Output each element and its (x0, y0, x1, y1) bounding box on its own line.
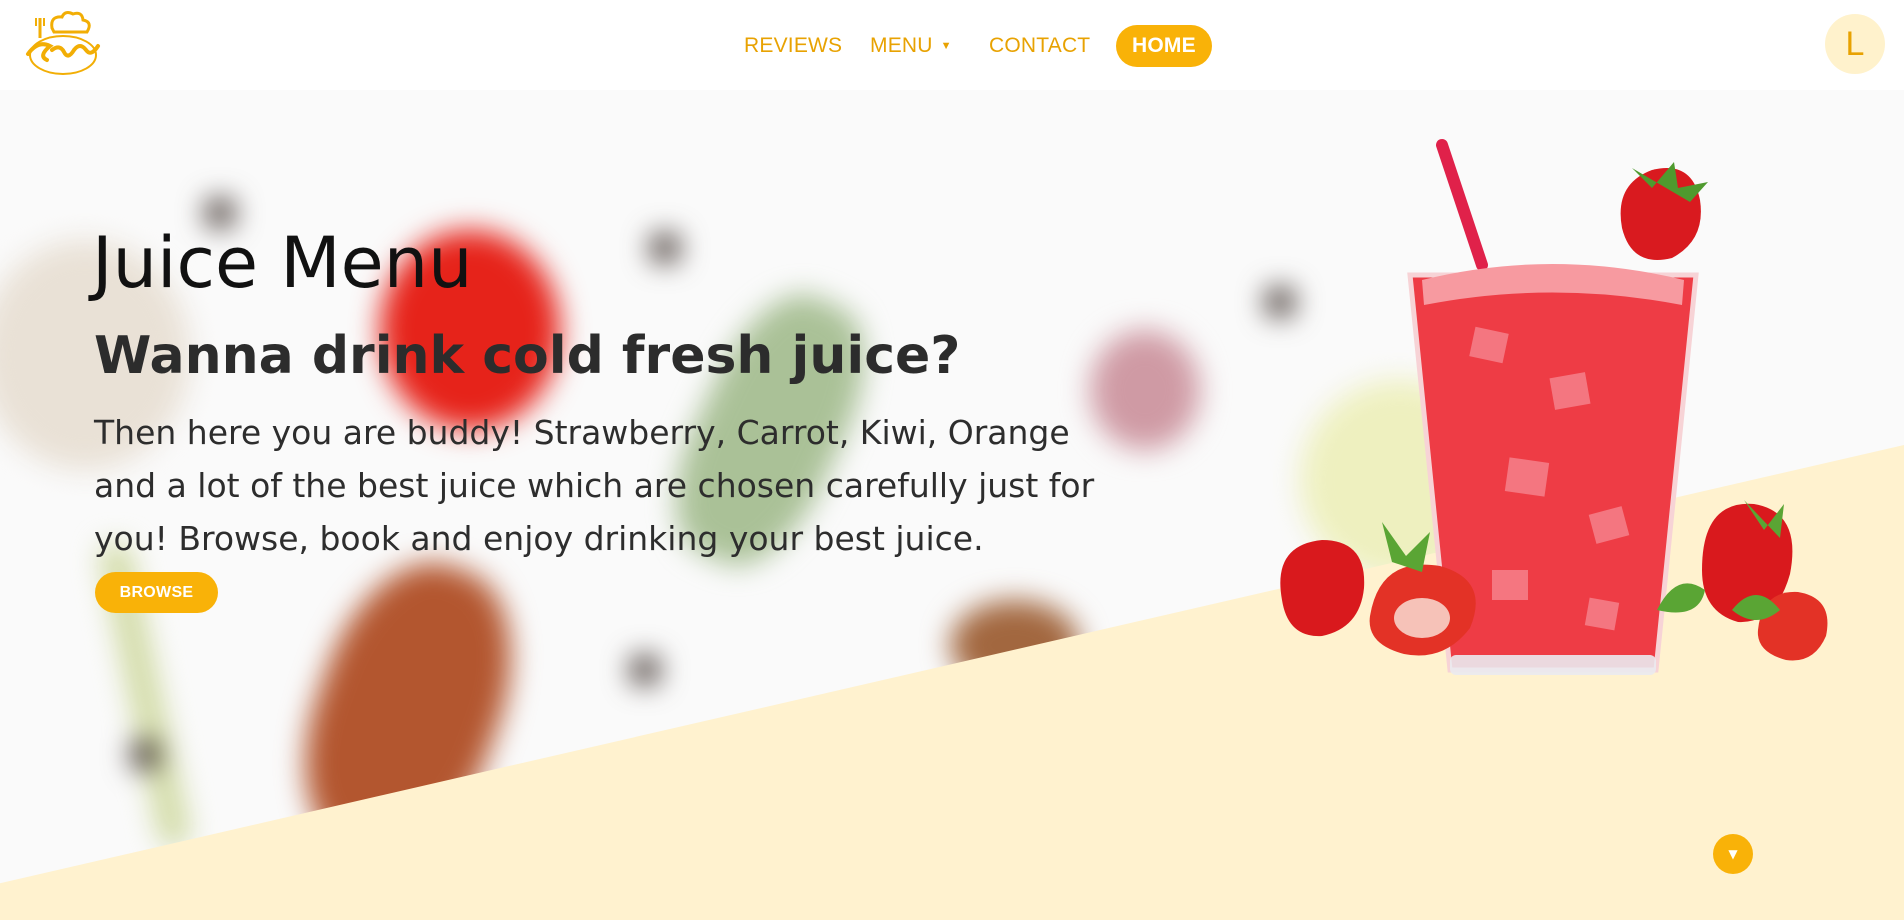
nav-contact[interactable]: CONTACT (989, 25, 1090, 67)
hero-description: Then here you are buddy! Strawberry, Car… (94, 413, 1095, 558)
nav-menu-label: MENU (870, 34, 933, 57)
nav-reviews[interactable]: REVIEWS (744, 25, 842, 67)
strawberry-juice-glass-icon (1262, 130, 1842, 690)
main-navigation: REVIEWS MENU ▼ CONTACT HOME (0, 25, 1904, 67)
site-header: REVIEWS MENU ▼ CONTACT HOME L (0, 0, 1904, 90)
hero-subtitle: Wanna drink cold fresh juice? (94, 326, 961, 386)
nav-menu[interactable]: MENU ▼ (870, 25, 952, 67)
user-avatar[interactable]: L (1825, 14, 1885, 74)
page-title: Juice Menu (92, 222, 473, 304)
nav-home[interactable]: HOME (1116, 25, 1212, 67)
browse-button[interactable]: BROWSE (95, 572, 218, 613)
caret-down-icon: ▼ (940, 40, 952, 53)
chevron-down-icon[interactable]: ▼ (1713, 834, 1753, 874)
